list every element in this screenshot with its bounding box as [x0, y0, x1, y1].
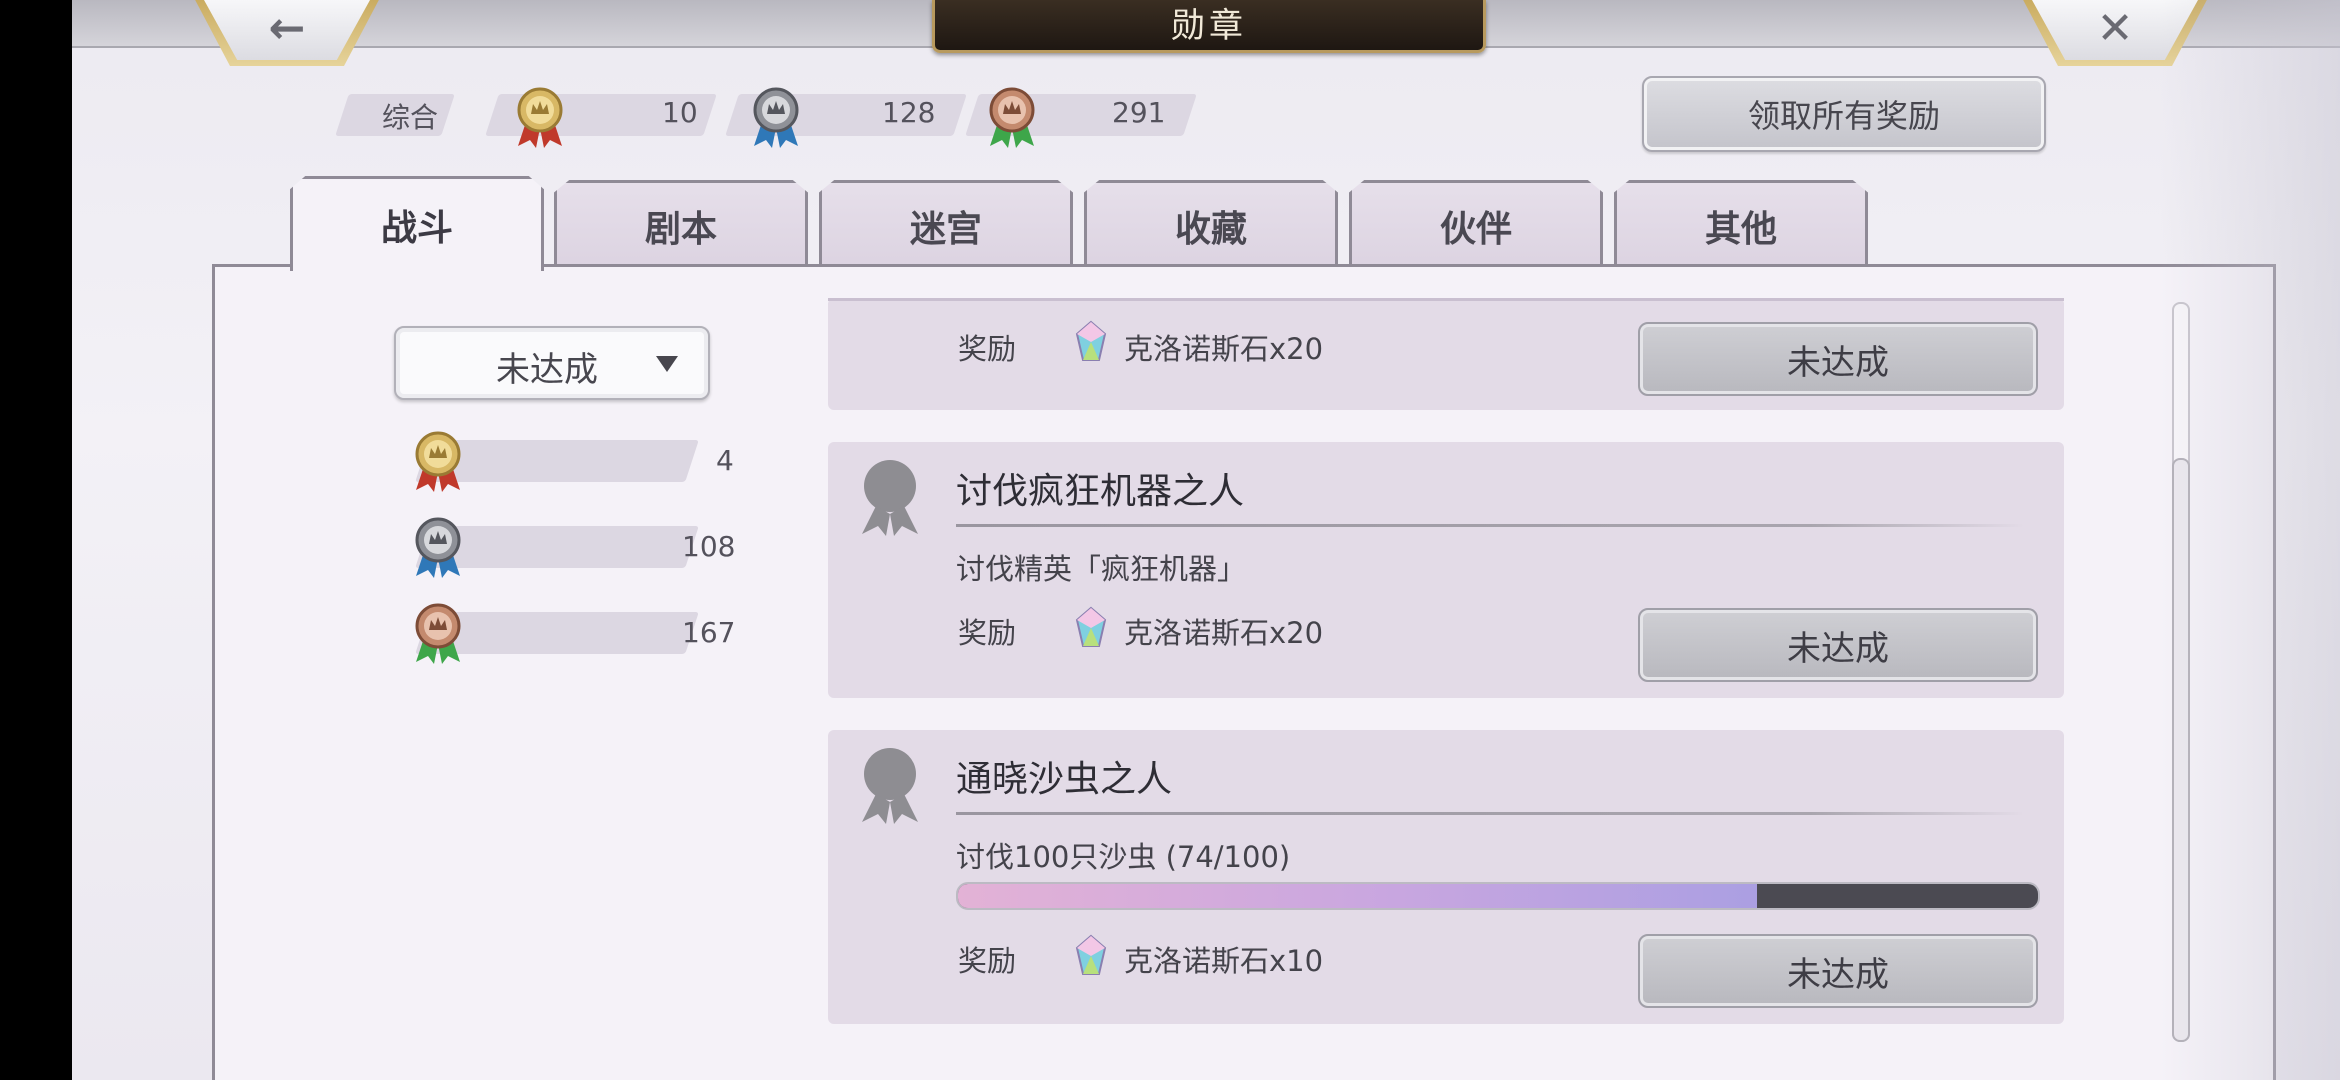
- status-button[interactable]: 未达成: [1638, 322, 2038, 396]
- back-button[interactable]: ←: [192, 0, 382, 66]
- progress-fill: [958, 884, 1758, 908]
- side-gold-row: 4: [402, 431, 782, 492]
- side-bronze-row: 167: [402, 603, 782, 664]
- achievement-card: 讨伐疯狂机器之人 讨伐精英「疯狂机器」 奖励 克洛诺斯石x20 未达成: [828, 442, 2064, 698]
- reward-value: 克洛诺斯石x20: [1124, 332, 1324, 366]
- page-title: 勋章: [1171, 5, 1247, 46]
- tab-battle[interactable]: 战斗: [290, 176, 544, 271]
- filter-selected-value: 未达成: [496, 350, 598, 390]
- achievement-description: 讨伐精英「疯狂机器」: [956, 552, 1247, 586]
- reward-label: 奖励: [958, 944, 1017, 978]
- chronos-stone-icon: [1075, 606, 1107, 647]
- silver-medal-icon: [753, 87, 799, 148]
- bronze-medal-icon: [989, 87, 1035, 148]
- back-arrow-icon: ←: [268, 2, 306, 54]
- claim-all-rewards-button[interactable]: 领取所有奖励: [1642, 76, 2046, 152]
- medal-screen: ← 勋章 ✕ 综合 10 128 291 领取所有奖励 战斗 剧本 迷宫 收藏 …: [72, 0, 2340, 1080]
- card-top-edge: [828, 298, 2064, 301]
- scrollbar-thumb[interactable]: [2172, 458, 2190, 1042]
- status-filter-dropdown[interactable]: 未达成: [394, 326, 710, 400]
- badge-silhouette-icon: [862, 460, 918, 536]
- title-divider: [956, 812, 2024, 815]
- chronos-stone-icon: [1075, 934, 1107, 975]
- tab-companion[interactable]: 伙伴: [1349, 180, 1603, 269]
- bronze-medal-icon: [415, 603, 461, 664]
- silver-count: 128: [882, 96, 936, 129]
- badge-silhouette-icon: [862, 748, 918, 824]
- tab-story[interactable]: 剧本: [554, 180, 808, 269]
- side-silver-row: 108: [402, 517, 782, 578]
- achievement-title: 讨伐疯狂机器之人: [956, 471, 1245, 512]
- medal-summary: 综合 10 128 291: [72, 87, 1472, 148]
- reward-value: 克洛诺斯石x20: [1124, 616, 1324, 650]
- progress-bar: [956, 882, 2040, 910]
- status-button[interactable]: 未达成: [1638, 934, 2038, 1008]
- achievement-card: 通晓沙虫之人 讨伐100只沙虫 (74/100) 奖励 克洛诺斯石x10 未达成: [828, 730, 2064, 1024]
- reward-value: 克洛诺斯石x10: [1124, 944, 1324, 978]
- tab-labyrinth[interactable]: 迷宫: [819, 180, 1073, 269]
- reward-label: 奖励: [958, 616, 1017, 650]
- summary-label: 综合: [382, 101, 439, 134]
- close-icon: ✕: [2096, 2, 2134, 54]
- achievement-description: 讨伐100只沙虫 (74/100): [956, 840, 1291, 874]
- status-button[interactable]: 未达成: [1638, 608, 2038, 682]
- achievement-card: 奖励 克洛诺斯石x20 未达成: [828, 298, 2064, 410]
- title-plate: 勋章: [932, 0, 1486, 53]
- tab-other[interactable]: 其他: [1614, 180, 1868, 269]
- reward-label: 奖励: [958, 332, 1017, 366]
- gold-medal-icon: [517, 87, 563, 148]
- chevron-down-icon: [656, 356, 678, 372]
- tab-collection[interactable]: 收藏: [1084, 180, 1338, 269]
- title-divider: [956, 524, 2024, 527]
- silver-medal-icon: [415, 517, 461, 578]
- gold-count: 10: [662, 96, 698, 129]
- bronze-count: 291: [1112, 96, 1166, 129]
- close-button[interactable]: ✕: [2020, 0, 2210, 66]
- chronos-stone-icon: [1075, 320, 1107, 361]
- achievement-title: 通晓沙虫之人: [956, 759, 1173, 800]
- gold-medal-icon: [415, 431, 461, 492]
